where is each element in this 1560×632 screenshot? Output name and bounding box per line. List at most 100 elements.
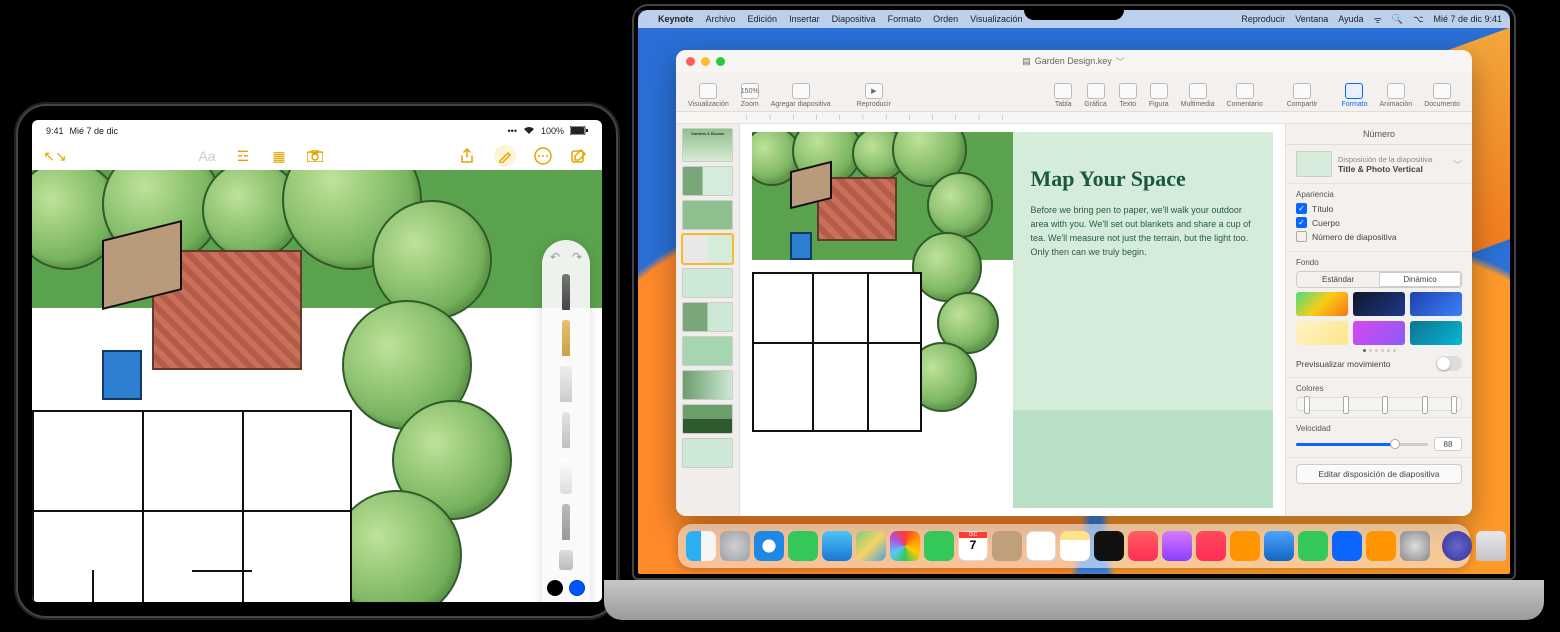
share-icon[interactable] bbox=[458, 147, 476, 165]
dock-appstore[interactable] bbox=[1264, 531, 1294, 561]
slide-thumb-5[interactable] bbox=[682, 268, 733, 298]
slide-thumb-6[interactable] bbox=[682, 302, 733, 332]
slide-thumb-10[interactable] bbox=[682, 438, 733, 468]
slide-thumb-1[interactable]: Gardens & Blooms bbox=[682, 128, 733, 162]
chevron-down-icon[interactable]: ﹀ bbox=[1453, 158, 1462, 171]
menu-diapositiva[interactable]: Diapositiva bbox=[832, 14, 876, 24]
window-titlebar[interactable]: ▤ Garden Design.key ﹀ bbox=[676, 50, 1472, 72]
slide-thumb-9[interactable] bbox=[682, 404, 733, 434]
close-icon[interactable] bbox=[686, 57, 695, 66]
dock-music[interactable] bbox=[1128, 531, 1158, 561]
wifi-icon[interactable]: ᯤ bbox=[1374, 13, 1382, 26]
menu-orden[interactable]: Orden bbox=[933, 14, 958, 24]
camera-icon[interactable] bbox=[306, 147, 324, 165]
dock-trash[interactable] bbox=[1476, 531, 1506, 561]
menu-insertar[interactable]: Insertar bbox=[789, 14, 820, 24]
dock-notes[interactable] bbox=[1060, 531, 1090, 561]
checklist-icon[interactable]: ☲ bbox=[234, 147, 252, 165]
slide-canvas[interactable]: Map Your Space Before we bring pen to pa… bbox=[740, 124, 1286, 516]
collapse-icon[interactable]: ↖↘ bbox=[46, 147, 64, 165]
seg-standard[interactable]: Estándar bbox=[1297, 272, 1379, 287]
minimize-icon[interactable] bbox=[701, 57, 710, 66]
markup-icon[interactable] bbox=[494, 145, 516, 167]
dock-facetime[interactable] bbox=[924, 531, 954, 561]
title-checkbox[interactable]: ✓ bbox=[1296, 203, 1307, 214]
shape-button[interactable]: Figura bbox=[1145, 83, 1173, 108]
redo-icon[interactable]: ↷ bbox=[572, 250, 582, 264]
dock-pages[interactable] bbox=[1366, 531, 1396, 561]
pencil-tool[interactable] bbox=[562, 320, 570, 356]
chart-button[interactable]: Gráfica bbox=[1080, 83, 1111, 108]
marker-tool[interactable] bbox=[560, 366, 572, 402]
dock-messages[interactable] bbox=[788, 531, 818, 561]
seg-dynamic[interactable]: Dinámico bbox=[1379, 272, 1461, 287]
dock-numbers[interactable] bbox=[1298, 531, 1328, 561]
menu-ayuda[interactable]: Ayuda bbox=[1338, 14, 1363, 24]
slidenum-checkbox[interactable] bbox=[1296, 231, 1307, 242]
layout-thumbnail[interactable] bbox=[1296, 151, 1332, 177]
dock-finder[interactable] bbox=[686, 531, 716, 561]
slide-thumb-3[interactable] bbox=[682, 200, 733, 230]
slide-thumb-8[interactable] bbox=[682, 370, 733, 400]
control-center-icon[interactable]: ⌥ bbox=[1413, 14, 1423, 25]
swatch-1[interactable] bbox=[1296, 292, 1348, 316]
media-button[interactable]: Multimedia bbox=[1177, 83, 1219, 108]
dock-safari[interactable] bbox=[754, 531, 784, 561]
body-checkbox[interactable]: ✓ bbox=[1296, 217, 1307, 228]
swatch-5[interactable] bbox=[1353, 321, 1405, 345]
app-menu[interactable]: Keynote bbox=[658, 14, 694, 24]
menu-ventana[interactable]: Ventana bbox=[1295, 14, 1328, 24]
compose-icon[interactable] bbox=[570, 147, 588, 165]
swatch-6[interactable] bbox=[1410, 321, 1462, 345]
dock-calendar[interactable]: DIC7 bbox=[958, 531, 988, 561]
comment-button[interactable]: Comentario bbox=[1223, 83, 1267, 108]
dock-maps[interactable] bbox=[856, 531, 886, 561]
dock-keynote[interactable] bbox=[1332, 531, 1362, 561]
add-slide-button[interactable]: Agregar diapositiva bbox=[767, 83, 835, 108]
spotlight-icon[interactable]: 🔍 bbox=[1392, 14, 1403, 25]
edit-layout-button[interactable]: Editar disposición de diapositiva bbox=[1296, 464, 1462, 484]
dock-mail[interactable] bbox=[822, 531, 852, 561]
notes-canvas[interactable]: ↶ ↷ ✚ bbox=[32, 170, 602, 602]
crayon-tool[interactable] bbox=[562, 412, 570, 448]
dock-photos[interactable] bbox=[890, 531, 920, 561]
speed-slider[interactable] bbox=[1296, 443, 1428, 446]
zoom-icon[interactable] bbox=[716, 57, 725, 66]
speed-value[interactable]: 88 bbox=[1434, 437, 1462, 451]
slide-heading[interactable]: Map Your Space bbox=[1031, 166, 1256, 192]
menu-reproducir[interactable]: Reproducir bbox=[1241, 14, 1285, 24]
dock-podcasts[interactable] bbox=[1162, 531, 1192, 561]
slide-thumb-4[interactable] bbox=[682, 234, 733, 264]
format-button[interactable]: Formato bbox=[1337, 83, 1371, 108]
dock-books[interactable] bbox=[1230, 531, 1260, 561]
gradient-editor[interactable] bbox=[1296, 397, 1462, 411]
slide-navigator[interactable]: Gardens & Blooms bbox=[676, 124, 740, 516]
swatch-2[interactable] bbox=[1353, 292, 1405, 316]
zoom-button[interactable]: 150%Zoom bbox=[737, 83, 763, 108]
menu-visualizacion[interactable]: Visualización bbox=[970, 14, 1022, 24]
dock-contacts[interactable] bbox=[992, 531, 1022, 561]
dock-launchpad[interactable] bbox=[720, 531, 750, 561]
color-blue[interactable] bbox=[569, 580, 585, 596]
table-button[interactable]: Tabla bbox=[1050, 83, 1076, 108]
animate-button[interactable]: Animación bbox=[1376, 83, 1417, 108]
color-black[interactable] bbox=[547, 580, 563, 596]
pen-tool[interactable] bbox=[562, 274, 570, 310]
more-icon[interactable] bbox=[534, 147, 552, 165]
dock-tv[interactable] bbox=[1094, 531, 1124, 561]
share-button[interactable]: Compartir bbox=[1283, 83, 1322, 108]
play-button[interactable]: ▶Reproducir bbox=[853, 83, 895, 108]
lasso-tool[interactable] bbox=[562, 504, 570, 540]
slide-thumb-2[interactable] bbox=[682, 166, 733, 196]
eraser-tool[interactable] bbox=[560, 458, 572, 494]
dock-news[interactable] bbox=[1196, 531, 1226, 561]
view-button[interactable]: Visualización bbox=[684, 83, 733, 108]
ruler-tool[interactable] bbox=[559, 550, 573, 570]
slide-thumb-7[interactable] bbox=[682, 336, 733, 366]
swatch-3[interactable] bbox=[1410, 292, 1462, 316]
background-segmented[interactable]: Estándar Dinámico bbox=[1296, 271, 1462, 288]
slide-body[interactable]: Before we bring pen to paper, we'll walk… bbox=[1031, 204, 1256, 260]
dock-settings[interactable] bbox=[1400, 531, 1430, 561]
table-icon[interactable]: ▦ bbox=[270, 147, 288, 165]
text-button[interactable]: Texto bbox=[1115, 83, 1141, 108]
